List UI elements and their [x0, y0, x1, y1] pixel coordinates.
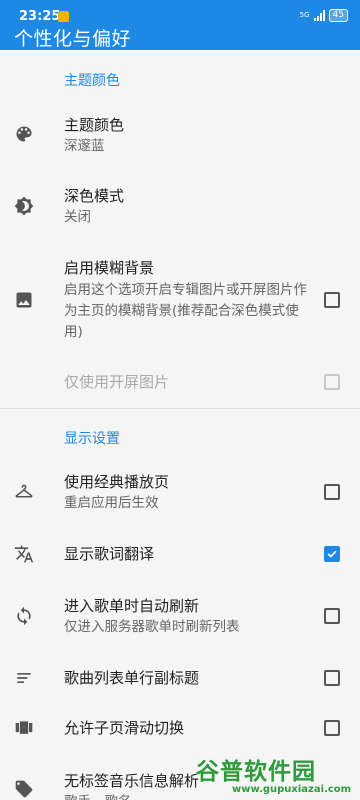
network-type: 5G: [299, 11, 310, 19]
setting-subtitle: 启用这个选项开启专辑图片或开屏图片作为主页的模糊背景(推荐配合深色模式使用): [64, 282, 307, 340]
app-bar: 23:25 5G 45 个性化与偏好: [0, 0, 360, 50]
setting-title: 显示歌词翻译: [64, 545, 155, 563]
setting-title: 深色模式: [64, 187, 125, 205]
watermark-logo: 谷普软件园 www.gupuxiazai.com: [196, 752, 356, 798]
setting-title: 进入歌单时自动刷新: [64, 597, 200, 615]
single-line-subtitle-checkbox[interactable]: [324, 670, 340, 686]
setting-theme-color[interactable]: 主题颜色 深邃蓝: [0, 106, 360, 166]
setting-swipe-pages[interactable]: 允许子页滑动切换: [0, 708, 360, 748]
palette-icon: [14, 124, 34, 144]
hanger-icon: [14, 482, 34, 502]
page-title: 个性化与偏好: [14, 28, 132, 50]
tag-icon: [14, 779, 34, 799]
check-icon: [327, 550, 337, 558]
setting-title: 允许子页滑动切换: [64, 719, 185, 737]
setting-lyric-translation[interactable]: 显示歌词翻译: [0, 534, 360, 574]
refresh-icon: [14, 606, 34, 626]
brightness-icon: [14, 196, 34, 216]
setting-subtitle: 深邃蓝: [64, 138, 105, 154]
setting-auto-refresh[interactable]: 进入歌单时自动刷新 仅进入服务器歌单时刷新列表: [0, 586, 360, 646]
watermark-title: 谷普软件园: [196, 759, 316, 785]
section-header-display: 显示设置: [64, 431, 120, 447]
notification-app-icon: [58, 11, 69, 22]
blur-background-checkbox[interactable]: [324, 292, 340, 308]
classic-player-checkbox[interactable]: [324, 484, 340, 500]
short-text-icon: [14, 668, 34, 688]
status-time: 23:25: [19, 9, 61, 24]
setting-subtitle: 仅进入服务器歌单时刷新列表: [64, 619, 240, 635]
setting-title: 主题颜色: [64, 116, 125, 134]
setting-dark-mode[interactable]: 深色模式 关闭: [0, 177, 360, 237]
section-divider: [0, 408, 360, 409]
setting-title: 使用经典播放页: [64, 473, 170, 491]
battery-icon: 45: [328, 9, 348, 22]
signal-icon: [313, 10, 325, 21]
setting-subtitle: 关闭: [64, 209, 91, 225]
image-icon: [14, 290, 34, 310]
setting-subtitle: 重启应用后生效: [64, 495, 159, 511]
swipe-pages-checkbox[interactable]: [324, 720, 340, 736]
watermark-url: www.gupuxiazai.com: [232, 784, 352, 795]
setting-title: 无标签音乐信息解析: [64, 772, 200, 790]
setting-title: 启用模糊背景: [64, 259, 155, 277]
setting-splash-only[interactable]: 仅使用开屏图片: [0, 362, 360, 402]
translate-icon: [14, 544, 34, 564]
view-carousel-icon: [14, 718, 34, 738]
section-header-theme: 主题颜色: [64, 73, 120, 89]
setting-title: 歌曲列表单行副标题: [64, 669, 200, 687]
setting-blur-background[interactable]: 启用模糊背景 启用这个选项开启专辑图片或开屏图片作为主页的模糊背景(推荐配合深色…: [0, 250, 360, 350]
splash-only-checkbox[interactable]: [324, 374, 340, 390]
auto-refresh-checkbox[interactable]: [324, 608, 340, 624]
lyric-translation-checkbox[interactable]: [324, 546, 340, 562]
setting-title: 仅使用开屏图片: [64, 373, 170, 391]
battery-level: 45: [332, 10, 344, 20]
setting-classic-player[interactable]: 使用经典播放页 重启应用后生效: [0, 462, 360, 522]
setting-single-line-subtitle[interactable]: 歌曲列表单行副标题: [0, 658, 360, 698]
status-indicators: 5G 45: [300, 9, 348, 22]
